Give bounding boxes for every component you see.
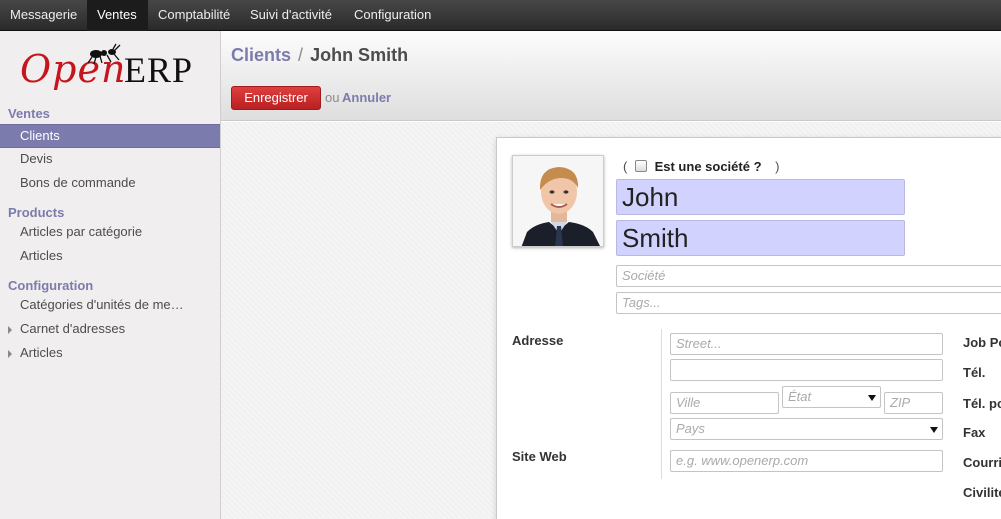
breadcrumb-separator: /: [298, 45, 304, 65]
mobile-label: Tél. po: [963, 396, 1001, 411]
menu-comptabilite[interactable]: Comptabilité: [148, 0, 240, 31]
save-button[interactable]: Enregistrer: [231, 86, 321, 110]
phone-label: Tél.: [963, 365, 986, 380]
sidebar-item-config-articles[interactable]: Articles: [0, 342, 220, 366]
job-position-label: Job Po: [963, 335, 1001, 350]
open-paren: (: [623, 159, 628, 174]
country-select-value: Pays: [676, 421, 705, 436]
sidebar-item-categories-unites[interactable]: Catégories d'unités de me…: [0, 294, 220, 318]
breadcrumb-clients-link[interactable]: Clients: [231, 45, 291, 65]
or-text: ou: [325, 90, 340, 105]
expand-caret-icon[interactable]: [8, 326, 12, 334]
cancel-link[interactable]: Annuler: [342, 90, 391, 105]
avatar[interactable]: [512, 155, 604, 247]
website-label: Site Web: [512, 449, 567, 464]
fax-label: Fax: [963, 425, 986, 440]
street-field[interactable]: Street...: [670, 333, 943, 355]
view-header: Clients / John Smith Enregistrer ou Annu…: [221, 31, 1001, 121]
menu-ventes[interactable]: Ventes: [87, 0, 148, 31]
contact-photo-icon: [513, 156, 603, 246]
dropdown-arrow-icon: [930, 427, 938, 433]
street2-field[interactable]: [670, 359, 943, 381]
tags-field[interactable]: Tags...: [616, 292, 1001, 314]
is-company-checkbox[interactable]: [634, 160, 647, 172]
last-name-field[interactable]: Smith: [616, 220, 905, 256]
breadcrumb: Clients / John Smith: [231, 45, 408, 66]
logo-erp-text: ERP: [124, 50, 194, 90]
section-products: Products: [8, 205, 65, 220]
sidebar-item-devis[interactable]: Devis: [0, 148, 220, 172]
sidebar-item-label: Articles: [20, 345, 63, 360]
first-name-field[interactable]: John: [616, 179, 905, 215]
close-paren: ): [775, 159, 780, 174]
company-field[interactable]: Société: [616, 265, 1001, 287]
email-label: Courri: [963, 455, 1001, 470]
is-company-label: Est une société ?: [654, 159, 762, 174]
sidebar-item-articles[interactable]: Articles: [0, 245, 220, 269]
form-sheet: ( Est une société ? ) John Smith Société…: [496, 137, 1001, 519]
zip-field[interactable]: ZIP: [884, 392, 943, 414]
sidebar-item-bons-de-commande[interactable]: Bons de commande: [0, 172, 220, 196]
is-company-row: ( Est une société ? ): [623, 159, 779, 174]
breadcrumb-current: John Smith: [310, 45, 409, 65]
section-configuration: Configuration: [8, 278, 94, 293]
top-menu-bar: Messagerie Ventes Comptabilité Suivi d'a…: [0, 0, 1001, 31]
section-ventes: Ventes: [8, 106, 50, 121]
expand-caret-icon[interactable]: [8, 350, 12, 358]
country-select[interactable]: Pays: [670, 418, 943, 440]
sidebar-item-articles-par-categorie[interactable]: Articles par catégorie: [0, 221, 220, 245]
menu-suivi-activite[interactable]: Suivi d'activité: [240, 0, 344, 31]
city-field[interactable]: Ville: [670, 392, 779, 414]
state-select[interactable]: État: [782, 386, 881, 408]
dropdown-arrow-icon: [868, 395, 876, 401]
ant-icon: [87, 43, 121, 65]
sidebar-item-clients[interactable]: Clients: [0, 124, 220, 148]
title-label: Civilité: [963, 485, 1001, 500]
sidebar: Open ERP Ventes Clients Devis Bons de co…: [0, 31, 221, 519]
address-label: Adresse: [512, 333, 564, 348]
sidebar-item-label: Carnet d'adresses: [20, 321, 126, 336]
openerp-logo[interactable]: Open ERP: [20, 43, 205, 91]
form-content-area: ( Est une société ? ) John Smith Société…: [221, 122, 1001, 519]
state-select-value: État: [788, 389, 812, 404]
menu-configuration[interactable]: Configuration: [344, 0, 444, 31]
sidebar-item-carnet-adresses[interactable]: Carnet d'adresses: [0, 318, 220, 342]
website-field[interactable]: e.g. www.openerp.com: [670, 450, 943, 472]
menu-messagerie[interactable]: Messagerie: [0, 0, 87, 31]
column-divider: [661, 329, 662, 479]
